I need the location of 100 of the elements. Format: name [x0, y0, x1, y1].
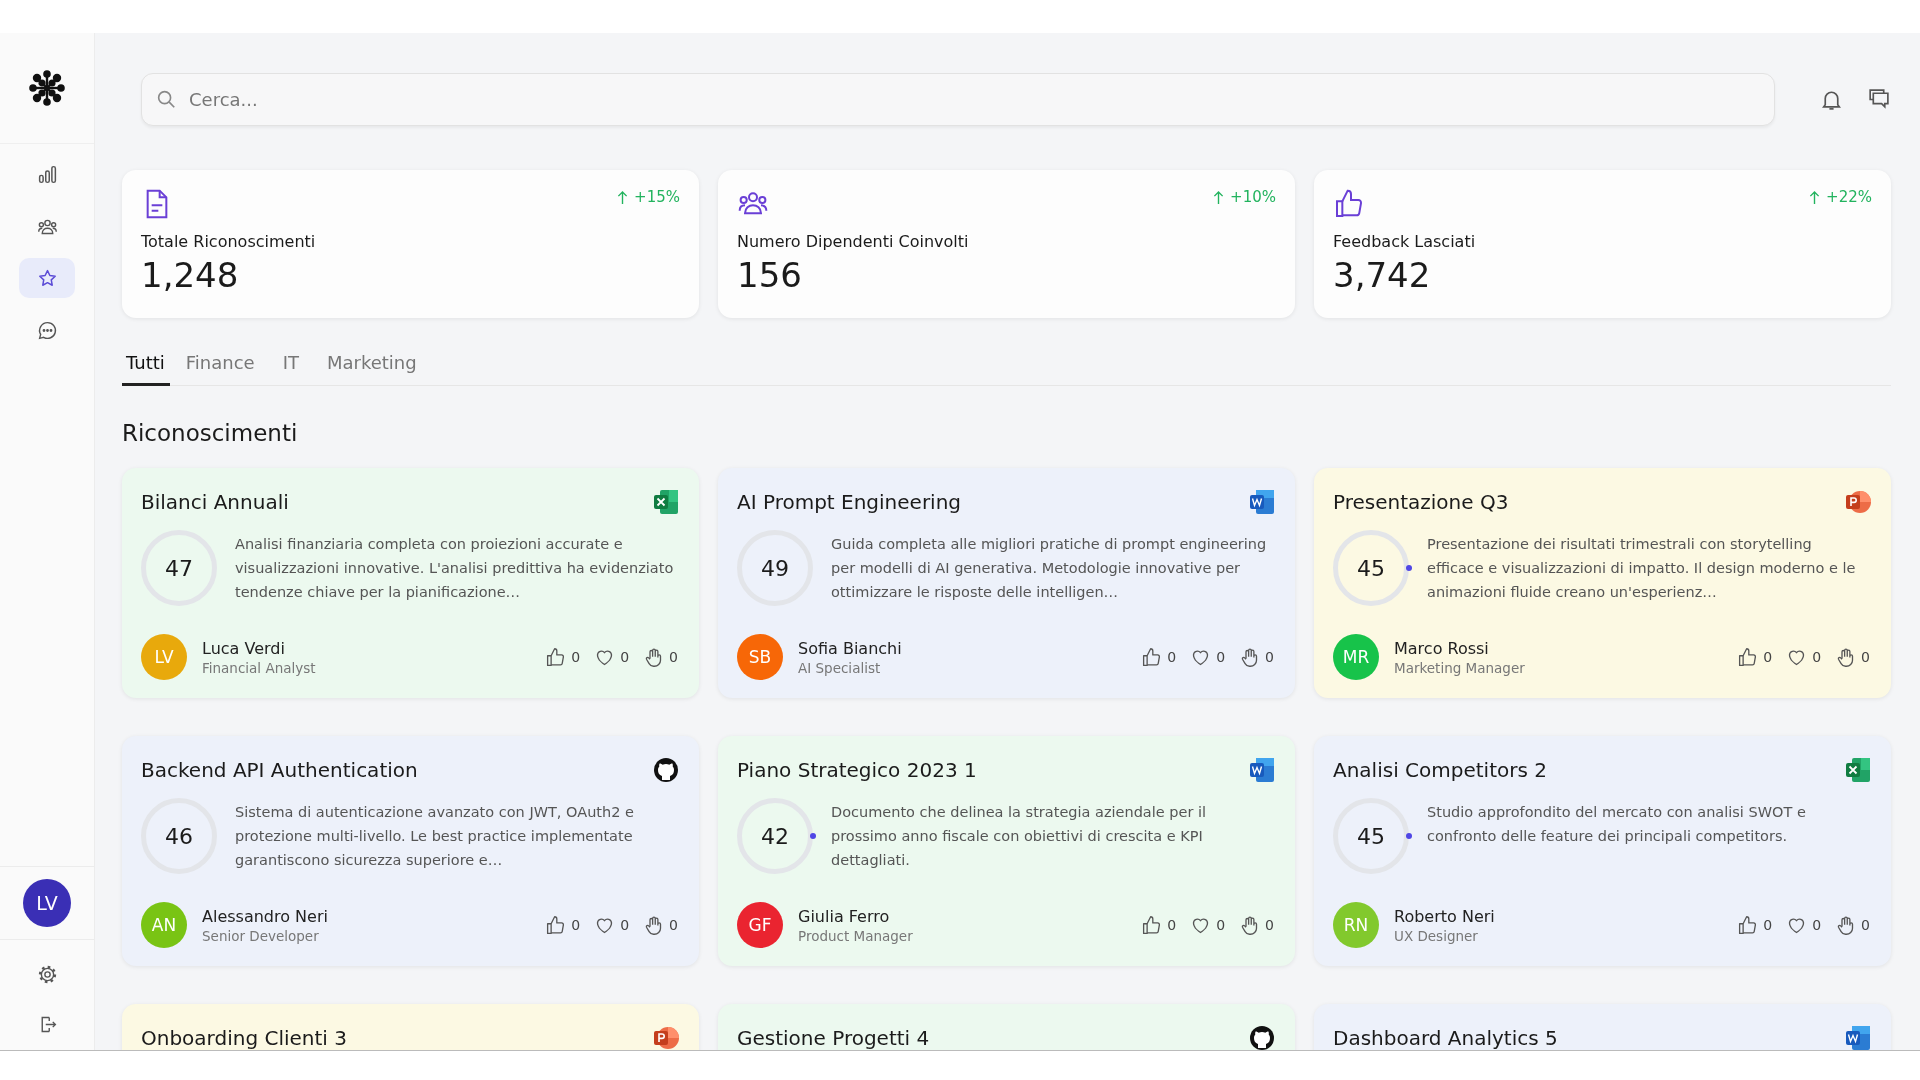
- thumbs-up-icon: [545, 646, 567, 668]
- chat-bubble-icon: [36, 319, 58, 341]
- thumbs-up-icon: [1333, 188, 1365, 220]
- score-value: 45: [1357, 823, 1385, 849]
- card-title: Bilanci Annuali: [141, 490, 289, 514]
- card-description: Sistema di autenticazione avanzato con JWT, OAuth2 e protezione multi-livello. Le best practice implementate garantiscono sicurezza superiore e…: [235, 803, 635, 870]
- card-description: Analisi finanziaria completa con proiezioni accurate e visualizzazioni innovative. L'analisi predittiva ha evidenziato tendenze chiave per la pianificazione…: [235, 535, 675, 602]
- octocat-icon: [652, 756, 680, 784]
- recognition-card[interactable]: Analisi Competitors 2 45 Studio approfondito del mercato con analisi SWOT e confronto delle feature dei principali competitors. RN Roberto Neri UX Designer 0 0 0: [1314, 736, 1891, 966]
- stat-label: Numero Dipendenti Coinvolti: [737, 232, 970, 251]
- reaction-button[interactable]: 0: [543, 646, 583, 668]
- reaction-button[interactable]: 0: [1735, 646, 1775, 668]
- recognition-card[interactable]: Dashboard Analytics 5: [1314, 1004, 1891, 1050]
- author-role: Product Manager: [798, 927, 913, 944]
- reaction-button[interactable]: 0: [1139, 646, 1179, 668]
- card-title: Onboarding Clienti 3: [141, 1026, 347, 1050]
- section-title: Riconoscimenti: [122, 420, 299, 446]
- reaction-button[interactable]: 0: [1139, 914, 1179, 936]
- reaction-button[interactable]: 0: [1237, 646, 1276, 668]
- change-value: +10%: [1230, 188, 1276, 206]
- word-document-icon: [1248, 756, 1276, 784]
- settings-icon: [36, 963, 58, 985]
- reaction-button[interactable]: 0: [1833, 914, 1872, 936]
- recognition-card[interactable]: Gestione Progetti 4: [718, 1004, 1295, 1050]
- author-avatar: MR: [1333, 634, 1379, 680]
- recognition-card[interactable]: Piano Strategico 2023 1 42 Documento che delinea la strategia aziendale per il prossimo anno fiscale con obiettivi di crescita e KPI dettagliati. GF Giulia Ferro Product Manager 0 0 0: [718, 736, 1295, 966]
- thumbs-up-icon: [1737, 914, 1759, 936]
- sidebar-item[interactable]: [19, 258, 75, 298]
- author-avatar: AN: [141, 902, 187, 948]
- author-name: Roberto Neri: [1394, 906, 1495, 926]
- author-avatar: SB: [737, 634, 783, 680]
- reaction-button[interactable]: 0: [641, 646, 680, 668]
- reaction-button[interactable]: 0: [592, 646, 632, 668]
- author-avatar: LV: [141, 634, 187, 680]
- word-document-icon: [1248, 488, 1276, 516]
- author-role: UX Designer: [1394, 927, 1479, 944]
- card-title: AI Prompt Engineering: [737, 490, 962, 514]
- presentation-icon: [1844, 488, 1872, 516]
- up-arrow-icon: [617, 189, 629, 205]
- author-role: AI Specialist: [798, 659, 882, 676]
- reaction-button[interactable]: 0: [1188, 646, 1228, 668]
- author-name: Alessandro Neri: [202, 906, 328, 926]
- reaction-button[interactable]: 0: [1833, 646, 1872, 668]
- reaction-button[interactable]: 0: [641, 914, 680, 936]
- tab[interactable]: IT: [270, 344, 311, 386]
- spreadsheet-icon: [652, 488, 680, 516]
- reaction-button[interactable]: 0: [1784, 914, 1824, 936]
- recognition-card[interactable]: [122, 736, 699, 966]
- messages-icon[interactable]: [1866, 87, 1891, 112]
- card-title: Gestione Progetti 4: [737, 1026, 930, 1050]
- stat-value: 156: [737, 255, 803, 295]
- reaction-button[interactable]: 0: [1237, 914, 1276, 936]
- user-avatar[interactable]: LV: [23, 879, 71, 927]
- card-description: Guida completa alle migliori pratiche di prompt engineering per modelli di AI generativa. Metodologie innovative per ottimizzare le risposte delle intelligen…: [831, 535, 1268, 602]
- tab[interactable]: Marketing: [315, 344, 429, 386]
- card-description: Documento che delinea la strategia aziendale per il prossimo anno fiscale con obiettivi di crescita e KPI dettagliati.: [831, 803, 1208, 870]
- author-avatar: RN: [1333, 902, 1379, 948]
- score-value: 42: [761, 823, 789, 849]
- logo-icon: [29, 70, 65, 106]
- author-role: Financial Analyst: [202, 659, 316, 676]
- card-title: Dashboard Analytics 5: [1333, 1026, 1558, 1050]
- card-description: Presentazione dei risultati trimestrali con storytelling efficace e visualizzazioni di impatto. Il design moderno e le animazioni fluide creano un'esperienz…: [1427, 535, 1857, 602]
- recognition-card[interactable]: Onboarding Clienti 3: [122, 1004, 699, 1050]
- spreadsheet-icon: [1844, 756, 1872, 784]
- change-value: +22%: [1826, 188, 1872, 206]
- bar-chart-icon: [36, 163, 58, 185]
- thumbs-up-icon: [545, 914, 567, 936]
- author-role: Senior Developer: [202, 927, 320, 944]
- recognition-card[interactable]: [1314, 468, 1891, 698]
- card-description: Studio approfondito del mercato con analisi SWOT e confronto delle feature dei principali competitors.: [1427, 803, 1807, 846]
- tab[interactable]: Finance: [173, 344, 267, 386]
- up-arrow-icon: [1809, 189, 1821, 205]
- reaction-button[interactable]: 0: [1188, 914, 1228, 936]
- up-arrow-icon: [1213, 189, 1225, 205]
- thumbs-up-icon: [1141, 914, 1163, 936]
- reaction-button[interactable]: 0: [592, 914, 632, 936]
- stat-label: Totale Riconoscimenti: [141, 232, 317, 251]
- recognition-card[interactable]: [122, 468, 699, 698]
- card-title: Analisi Competitors 2: [1333, 758, 1547, 782]
- card-title: Backend API Authentication: [141, 758, 418, 782]
- thumbs-up-icon: [1141, 646, 1163, 668]
- stat-value: 1,248: [141, 255, 240, 295]
- author-role: Marketing Manager: [1394, 659, 1525, 676]
- change-value: +15%: [634, 188, 680, 206]
- reaction-button[interactable]: 0: [1784, 646, 1824, 668]
- author-name: Sofia Bianchi: [798, 638, 902, 658]
- recognition-card[interactable]: [718, 468, 1295, 698]
- stat-value: 3,742: [1333, 255, 1432, 295]
- thumbs-up-icon: [1737, 646, 1759, 668]
- author-avatar: GF: [737, 902, 783, 948]
- tab[interactable]: Tutti: [122, 344, 170, 386]
- author-name: Marco Rossi: [1394, 638, 1490, 658]
- search-field[interactable]: Cerca...: [141, 73, 1775, 126]
- reaction-button[interactable]: 0: [543, 914, 583, 936]
- star-icon: [36, 267, 58, 289]
- score-value: 46: [165, 823, 193, 849]
- card-title: Presentazione Q3: [1333, 490, 1509, 514]
- author-name: Luca Verdi: [202, 638, 286, 658]
- reaction-button[interactable]: 0: [1735, 914, 1775, 936]
- stat-label: Feedback Lasciati: [1333, 232, 1477, 251]
